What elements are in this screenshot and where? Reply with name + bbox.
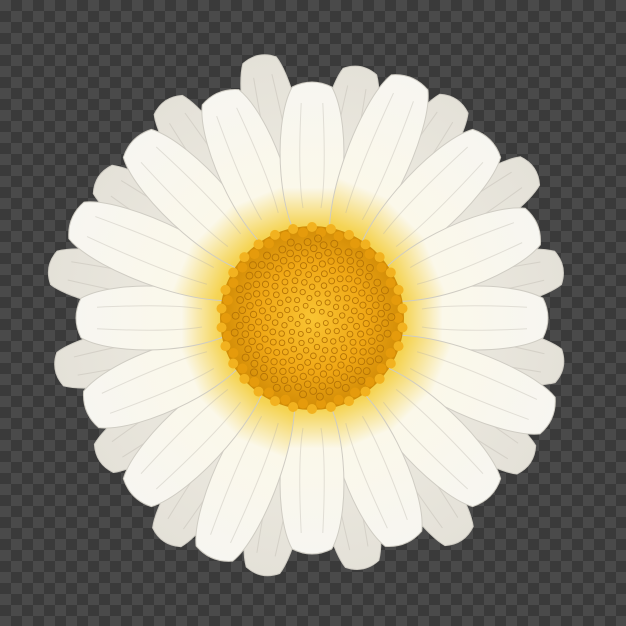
floret bbox=[333, 231, 344, 242]
floret bbox=[280, 394, 291, 405]
floret bbox=[269, 396, 280, 407]
floret bbox=[228, 267, 239, 278]
floret bbox=[376, 262, 387, 273]
floret bbox=[249, 249, 260, 260]
floret bbox=[216, 303, 227, 314]
floret bbox=[288, 402, 299, 413]
floret bbox=[360, 386, 371, 397]
floret bbox=[216, 322, 227, 333]
floret bbox=[237, 363, 248, 374]
floret bbox=[376, 363, 387, 374]
floret bbox=[374, 252, 385, 263]
floret bbox=[344, 396, 355, 407]
floret bbox=[391, 295, 402, 306]
floret bbox=[360, 239, 371, 250]
floret bbox=[364, 376, 375, 387]
floret bbox=[220, 284, 231, 295]
floret bbox=[307, 404, 317, 414]
floret bbox=[385, 347, 396, 358]
floret bbox=[397, 303, 408, 314]
floret bbox=[237, 262, 248, 273]
floret bbox=[228, 347, 239, 358]
floret bbox=[393, 341, 404, 352]
floret bbox=[350, 387, 360, 398]
floret bbox=[253, 239, 264, 250]
checkerboard-background bbox=[0, 0, 626, 626]
floret bbox=[325, 402, 336, 413]
floret bbox=[397, 322, 408, 333]
floret bbox=[385, 358, 396, 369]
floret bbox=[391, 330, 402, 341]
floret bbox=[264, 387, 274, 398]
floret bbox=[249, 376, 260, 387]
floret bbox=[364, 249, 375, 260]
floret bbox=[393, 284, 404, 295]
floret bbox=[298, 398, 309, 409]
floret bbox=[350, 238, 360, 249]
floret bbox=[264, 238, 274, 249]
floret bbox=[221, 313, 231, 323]
floret bbox=[307, 222, 317, 232]
floret bbox=[239, 373, 250, 384]
floret bbox=[325, 223, 336, 234]
floret bbox=[269, 229, 280, 240]
floret bbox=[385, 267, 396, 278]
daisy-flower-image bbox=[47, 54, 565, 577]
floret bbox=[239, 252, 250, 263]
floret bbox=[344, 229, 355, 240]
floret bbox=[253, 386, 264, 397]
floret bbox=[298, 227, 309, 238]
floret bbox=[228, 358, 239, 369]
floret bbox=[333, 394, 344, 405]
floret bbox=[220, 341, 231, 352]
floret bbox=[222, 295, 233, 306]
floret bbox=[385, 278, 396, 289]
floret bbox=[374, 373, 385, 384]
floret bbox=[288, 223, 299, 234]
